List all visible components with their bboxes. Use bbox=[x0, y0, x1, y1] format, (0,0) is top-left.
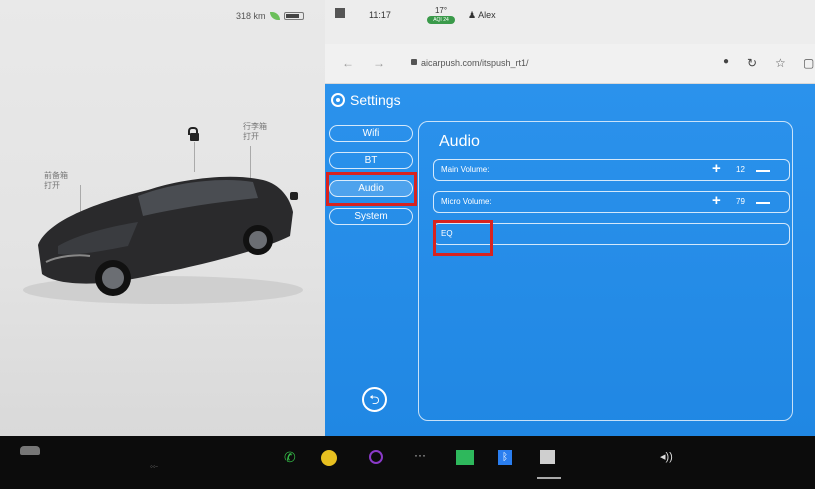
phone-icon[interactable]: ✆ bbox=[284, 450, 298, 464]
bookmark-star-icon[interactable]: ☆ bbox=[775, 56, 786, 70]
aqi-pill: AQI 24 bbox=[427, 16, 455, 24]
clock: 11:17 bbox=[369, 10, 391, 20]
eq-highlight-box bbox=[433, 220, 493, 256]
trunk-label: 行李箱 bbox=[243, 122, 267, 131]
user-icon: ♟ bbox=[468, 10, 477, 20]
forward-arrow-icon[interactable]: → bbox=[373, 56, 385, 70]
settings-page: Settings Wifi BT Audio System Audio Main… bbox=[325, 84, 815, 436]
reload-icon[interactable]: ↻ bbox=[747, 56, 757, 70]
app-avatar-icon[interactable] bbox=[321, 450, 337, 466]
battery-status: 318 km bbox=[236, 11, 304, 21]
nav-bt-button[interactable]: BT bbox=[329, 152, 413, 169]
micro-volume-plus-button[interactable]: + bbox=[712, 192, 721, 209]
signal-icon bbox=[335, 8, 345, 18]
micro-volume-row: Micro Volume: + 79 bbox=[433, 191, 790, 213]
battery-icon bbox=[283, 12, 304, 20]
main-volume-label: Main Volume: bbox=[441, 165, 490, 174]
location-icon[interactable]: ● bbox=[723, 56, 729, 67]
car-status-panel: 318 km 行李箱 打开 前备箱 打开 bbox=[0, 0, 325, 436]
main-volume-value: 12 bbox=[736, 165, 745, 174]
lock-icon bbox=[411, 59, 417, 65]
camera-app-icon[interactable] bbox=[369, 450, 383, 464]
user-name: Alex bbox=[478, 10, 496, 20]
micro-volume-value: 79 bbox=[736, 197, 745, 206]
trunk-callout[interactable]: 行李箱 打开 bbox=[243, 122, 267, 142]
climate-icon[interactable]: ◦◦· bbox=[150, 462, 158, 471]
energy-app-icon[interactable] bbox=[456, 450, 474, 465]
tabs-icon[interactable]: ▢ bbox=[803, 56, 814, 70]
car-icon[interactable] bbox=[20, 446, 40, 455]
status-bar: 11:17 17° AQI 24 ♟ Alex bbox=[325, 0, 815, 44]
panel-title: Audio bbox=[439, 133, 480, 150]
car-model-image bbox=[23, 176, 303, 304]
micro-volume-minus-button[interactable] bbox=[756, 202, 770, 204]
gear-icon bbox=[331, 93, 345, 107]
main-volume-plus-button[interactable]: + bbox=[712, 160, 721, 177]
main-volume-minus-button[interactable] bbox=[756, 170, 770, 172]
volume-icon[interactable]: ◂)) bbox=[660, 450, 673, 463]
more-apps-icon[interactable]: ··· bbox=[414, 449, 426, 461]
micro-volume-label: Micro Volume: bbox=[441, 197, 492, 206]
range-text: 318 km bbox=[236, 11, 266, 21]
taskbar: ◦◦· ✆ ··· ᛒ ◂)) bbox=[0, 436, 815, 489]
settings-header: Settings bbox=[331, 92, 401, 108]
nav-system-button[interactable]: System bbox=[329, 208, 413, 225]
leaf-icon bbox=[269, 12, 280, 20]
temperature-badge[interactable]: 17° AQI 24 bbox=[424, 6, 458, 26]
temperature-text: 17° bbox=[434, 6, 448, 15]
audio-settings-card: Audio Main Volume: + 12 Micro Volume: + … bbox=[418, 121, 793, 421]
main-volume-row: Main Volume: + 12 bbox=[433, 159, 790, 181]
trunk-state: 打开 bbox=[243, 132, 259, 141]
browser-app-icon[interactable] bbox=[540, 450, 555, 464]
nav-wifi-button[interactable]: Wifi bbox=[329, 125, 413, 142]
user-profile[interactable]: ♟ Alex bbox=[468, 10, 496, 21]
back-arrow-icon[interactable]: ← bbox=[342, 56, 354, 70]
trunk-lock-icon[interactable] bbox=[188, 127, 199, 141]
bluetooth-icon[interactable]: ᛒ bbox=[498, 450, 512, 465]
return-button[interactable]: ⮌ bbox=[362, 387, 387, 412]
url-text[interactable]: aicarpush.com/itspush_rt1/ bbox=[421, 58, 529, 68]
tesla-screen: 318 km 行李箱 打开 前备箱 打开 11:17 17° AQI 24 ♟ … bbox=[0, 0, 815, 489]
active-app-indicator bbox=[537, 477, 561, 479]
browser-url-bar: ← → aicarpush.com/itspush_rt1/ ● ↻ ☆ ▢ bbox=[325, 44, 815, 84]
settings-title: Settings bbox=[350, 92, 401, 108]
audio-highlight-box bbox=[326, 172, 417, 206]
